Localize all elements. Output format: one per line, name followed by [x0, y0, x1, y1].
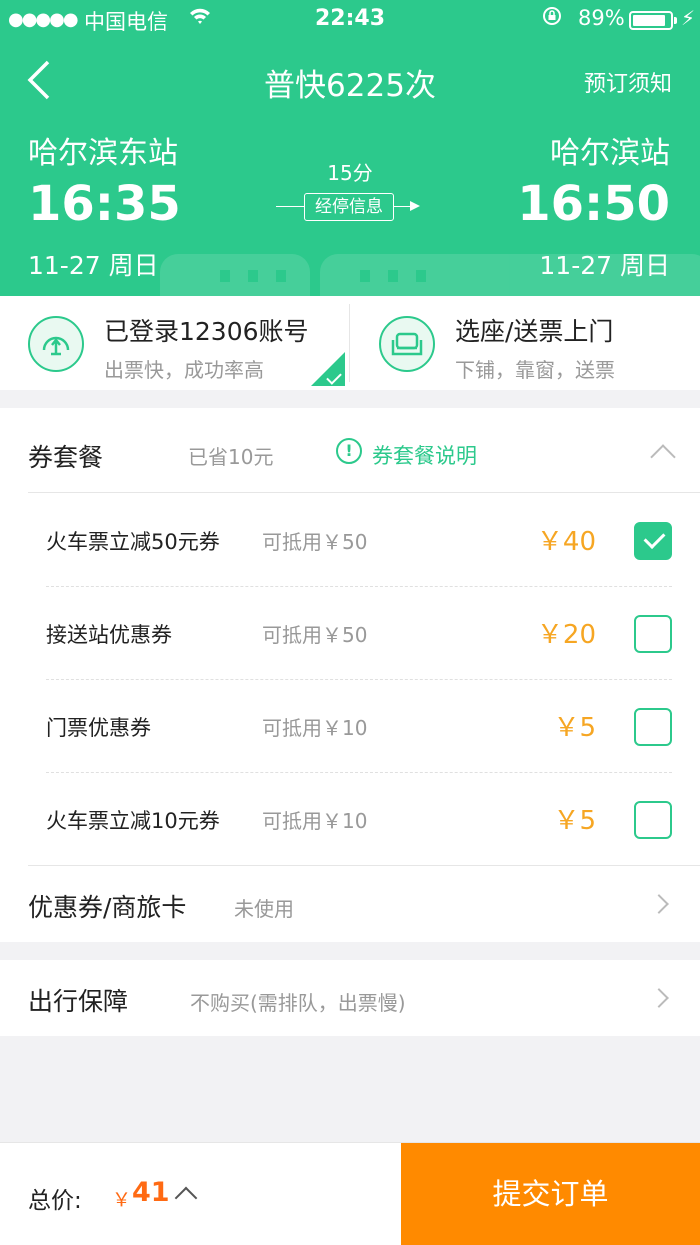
feature-row: 已登录12306账号 出票快，成功率高 选座/送票上门 下铺，靠窗，送票 — [0, 296, 700, 390]
battery-icon — [629, 11, 673, 30]
coupon-row[interactable]: 接送站优惠券 可抵用￥50 ￥20 — [46, 587, 672, 680]
feature-title: 选座/送票上门 — [455, 317, 614, 346]
trip-duration: 15分 — [327, 161, 373, 185]
coupon-limit: 可抵用￥10 — [262, 809, 368, 833]
rotation-lock-icon — [542, 6, 562, 31]
package-title: 券套餐 — [28, 443, 104, 472]
discount-card-value: 未使用 — [234, 897, 294, 921]
coupon-checkbox[interactable] — [634, 522, 672, 560]
coupon-checkbox[interactable] — [634, 708, 672, 746]
coupon-name: 门票优惠券 — [46, 716, 151, 740]
submit-order-button[interactable]: 提交订单 — [401, 1143, 700, 1245]
booking-notice-link[interactable]: 预订须知 — [584, 66, 672, 98]
travel-insurance-row[interactable]: 出行保障 不购买(需排队，出票慢) — [0, 960, 700, 1036]
chevron-right-icon — [649, 988, 669, 1008]
feature-subtitle: 下铺，靠窗，送票 — [455, 358, 615, 382]
insurance-value: 不购买(需排队，出票慢) — [190, 991, 406, 1015]
chevron-up-icon[interactable] — [174, 1186, 198, 1210]
info-icon[interactable]: ! — [336, 438, 362, 464]
battery-percent: 89% — [578, 6, 625, 30]
package-saved: 已省10元 — [188, 445, 274, 469]
feature-subtitle: 出票快，成功率高 — [104, 358, 264, 382]
coupon-limit: 可抵用￥10 — [262, 716, 368, 740]
chevron-right-icon — [649, 894, 669, 914]
coupon-row[interactable]: 火车票立减10元券 可抵用￥10 ￥5 — [46, 773, 672, 866]
coupon-name: 火车票立减10元券 — [46, 809, 220, 833]
chevron-up-icon[interactable] — [650, 444, 676, 470]
train-station-icon — [28, 316, 84, 372]
feature-seat-delivery[interactable]: 选座/送票上门 下铺，靠窗，送票 — [351, 296, 700, 390]
insurance-title: 出行保障 — [28, 987, 129, 1016]
coupon-limit: 可抵用￥50 — [262, 623, 368, 647]
coupon-name: 接送站优惠券 — [46, 623, 172, 647]
feature-12306-login[interactable]: 已登录12306账号 出票快，成功率高 — [0, 296, 349, 390]
coupon-checkbox[interactable] — [634, 615, 672, 653]
coupon-price: ￥5 — [553, 806, 596, 836]
seat-icon — [379, 316, 435, 372]
coupon-price: ￥20 — [536, 620, 596, 650]
coupon-row[interactable]: 火车票立减50元券 可抵用￥50 ￥40 — [46, 494, 672, 587]
total-currency: ￥ — [112, 1189, 132, 1211]
charging-icon: ⚡ — [681, 6, 696, 30]
coupon-price: ￥40 — [536, 527, 596, 557]
coupon-checkbox[interactable] — [634, 801, 672, 839]
package-info-link[interactable]: 券套餐说明 — [372, 440, 477, 470]
discount-card-title: 优惠券/商旅卡 — [28, 893, 187, 922]
stop-info-button[interactable]: 经停信息 — [304, 193, 394, 221]
coupon-row[interactable]: 门票优惠券 可抵用￥10 ￥5 — [46, 680, 672, 773]
discount-card-row[interactable]: 优惠券/商旅卡 未使用 — [0, 866, 700, 942]
arrow-right-icon — [410, 201, 420, 211]
status-bar: ●●●●● 中国电信 22:43 89% ⚡ — [0, 0, 700, 40]
departure-date: 11-27 周日 — [28, 251, 159, 280]
header: ●●●●● 中国电信 22:43 89% ⚡ 普快6225次 预订须知 哈尔滨东… — [0, 0, 700, 296]
arrival-date: 11-27 周日 — [539, 251, 670, 280]
total-label: 总价: — [28, 1188, 82, 1214]
coupon-package-section: 券套餐 已省10元 ! 券套餐说明 火车票立减50元券 可抵用￥50 ￥40 接… — [0, 408, 700, 942]
total-price: 41 — [132, 1177, 170, 1208]
coupon-limit: 可抵用￥50 — [262, 530, 368, 554]
coupon-name: 火车票立减50元券 — [46, 530, 220, 554]
coupon-price: ￥5 — [553, 713, 596, 743]
bottom-bar: 总价: ￥ 41 提交订单 — [0, 1142, 700, 1245]
feature-title: 已登录12306账号 — [104, 317, 309, 346]
